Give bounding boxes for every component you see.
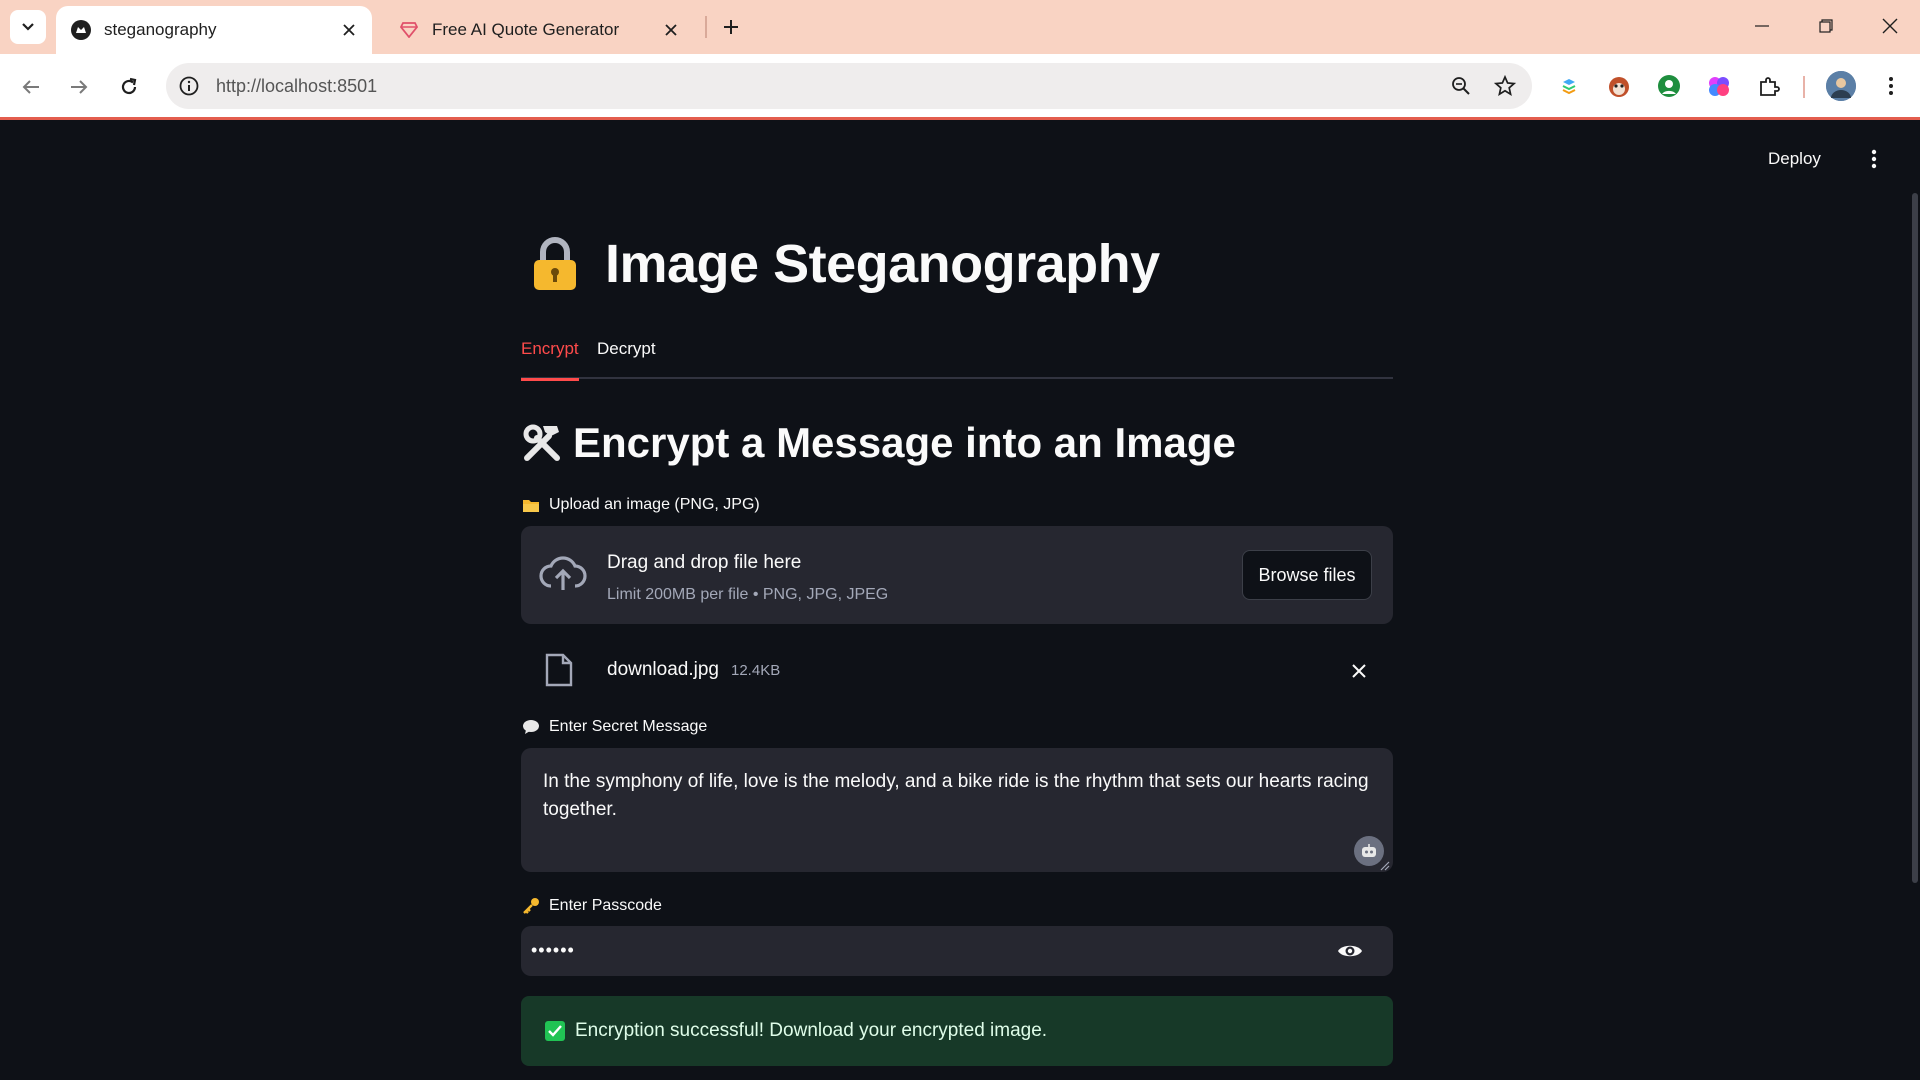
tab-search-button[interactable] <box>10 10 46 44</box>
folder-icon <box>521 495 541 515</box>
browser-tab-steganography[interactable]: steganography <box>56 6 372 54</box>
tab-separator <box>705 16 707 38</box>
tab-encrypt[interactable]: Encrypt <box>521 335 579 381</box>
streamlit-app: Deploy Image Steganography Encrypt Decry… <box>0 123 1920 1080</box>
close-icon <box>1882 18 1898 34</box>
streamlit-favicon-icon <box>70 19 92 41</box>
site-info-icon[interactable] <box>178 75 200 97</box>
close-window-button[interactable] <box>1870 8 1910 44</box>
browse-files-button[interactable]: Browse files <box>1242 550 1372 600</box>
show-password-eye-icon[interactable] <box>1335 938 1365 964</box>
app-menu-icon[interactable] <box>1862 145 1886 173</box>
extension-green-icon[interactable] <box>1654 71 1684 101</box>
profile-avatar[interactable] <box>1826 71 1856 101</box>
page-title: Image Steganography <box>531 233 1160 295</box>
tab-title: Free AI Quote Generator <box>432 20 620 39</box>
section-title: Encrypt a Message into an Image <box>521 419 1236 467</box>
file-dropzone[interactable]: Drag and drop file here Limit 200MB per … <box>521 526 1393 624</box>
extension-redpanda-icon[interactable] <box>1604 71 1634 101</box>
file-name: download.jpg <box>607 659 719 680</box>
extension-brain-icon[interactable] <box>1704 71 1734 101</box>
url-text: http://localhost:8501 <box>216 75 378 96</box>
extension-layers-icon[interactable] <box>1554 71 1584 101</box>
minimize-window-button[interactable] <box>1742 8 1782 44</box>
reload-icon <box>121 77 137 95</box>
gem-favicon-icon <box>398 19 420 41</box>
passcode-label: Enter Passcode <box>521 896 662 916</box>
drop-text: Drag and drop file here <box>607 552 802 573</box>
section-title-text: Encrypt a Message into an Image <box>573 419 1236 466</box>
address-bar[interactable]: http://localhost:8501 <box>166 63 1532 109</box>
deploy-button[interactable]: Deploy <box>1768 149 1821 169</box>
restore-window-button[interactable] <box>1806 8 1846 44</box>
toolbar-separator <box>1803 76 1805 98</box>
minimize-icon <box>1755 25 1769 27</box>
message-label-text: Enter Secret Message <box>549 718 708 735</box>
message-label: Enter Secret Message <box>521 717 707 737</box>
extensions-puzzle-icon[interactable] <box>1754 71 1784 101</box>
file-size: 12.4KB <box>731 662 781 679</box>
forward-arrow-icon <box>71 80 88 94</box>
limit-text: Limit 200MB per file • PNG, JPG, JPEG <box>607 586 889 603</box>
back-arrow-icon <box>22 80 39 94</box>
passcode-label-text: Enter Passcode <box>549 897 662 914</box>
lock-icon <box>534 237 576 290</box>
upload-label-text: Upload an image (PNG, JPG) <box>549 496 760 513</box>
tab-title: steganography <box>104 20 217 39</box>
uploaded-file-row: download.jpg 12.4KB <box>521 639 1393 699</box>
remove-file-icon[interactable] <box>1347 659 1371 683</box>
back-button[interactable] <box>13 69 49 105</box>
success-alert: Encryption successful! Download your enc… <box>521 996 1393 1066</box>
upload-label: Upload an image (PNG, JPG) <box>521 495 760 515</box>
success-message: Encryption successful! Download your enc… <box>575 1020 1048 1041</box>
chevron-down-icon <box>22 23 34 31</box>
file-icon <box>545 653 573 687</box>
close-tab-icon[interactable] <box>658 17 684 43</box>
new-tab-button[interactable] <box>716 12 746 42</box>
tab-list: Encrypt Decrypt <box>521 335 1393 381</box>
browser-toolbar: http://localhost:8501 <box>0 54 1920 120</box>
check-mark-icon <box>545 1021 565 1041</box>
cloud-upload-icon <box>539 556 587 590</box>
browser-menu-icon[interactable] <box>1876 71 1906 101</box>
passcode-input[interactable]: •••••• <box>521 926 1393 976</box>
browser-tab-bar: steganography Free AI Quote Generator <box>0 0 1920 54</box>
scrollbar[interactable] <box>1912 193 1918 883</box>
zoom-icon[interactable] <box>1444 69 1478 103</box>
close-tab-icon[interactable] <box>336 17 362 43</box>
forward-button[interactable] <box>61 69 97 105</box>
passcode-value: •••••• <box>531 940 575 960</box>
speech-bubble-icon <box>521 717 541 737</box>
restore-icon <box>1819 19 1833 33</box>
key-icon <box>521 896 541 916</box>
page-title-text: Image Steganography <box>605 234 1160 294</box>
reload-button[interactable] <box>111 69 147 105</box>
browser-tab-quote-generator[interactable]: Free AI Quote Generator <box>384 6 694 54</box>
tab-decrypt[interactable]: Decrypt <box>597 335 656 379</box>
secret-message-textarea[interactable]: In the symphony of life, love is the mel… <box>521 748 1393 872</box>
plus-icon <box>724 20 738 34</box>
resize-handle-icon[interactable] <box>1380 861 1390 871</box>
bookmark-star-icon[interactable] <box>1488 69 1522 103</box>
hammer-wrench-icon <box>523 424 560 461</box>
